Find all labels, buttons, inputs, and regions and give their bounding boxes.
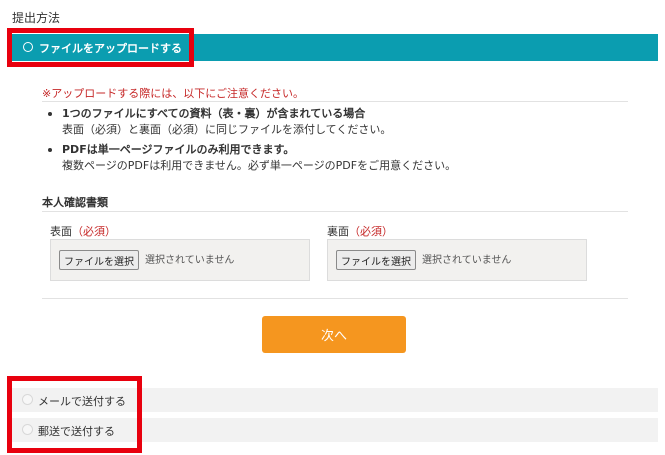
front-field-label: 表面（必須） <box>50 223 116 239</box>
divider <box>42 101 628 102</box>
back-file-button[interactable]: ファイルを選択 <box>336 250 416 270</box>
note-detail: 表面（必須）と裏面（必須）に同じファイルを添付してください。 <box>62 123 392 136</box>
highlight-box-alternatives <box>7 376 142 453</box>
back-field-label: 裏面（必須） <box>327 223 393 239</box>
note-title: 1つのファイルにすべての資料（表・裏）が含まれている場合 <box>62 107 366 120</box>
note-item: PDFは単一ページファイルのみ利用できます。 複数ページのPDFは利用できません… <box>48 142 457 174</box>
next-button[interactable]: 次へ <box>262 316 406 353</box>
divider <box>42 211 628 212</box>
note-detail: 複数ページのPDFは利用できません。必ず単一ページのPDFをご用意ください。 <box>62 159 457 172</box>
upload-notice: ※アップロードする際には、以下にご注意ください。 <box>42 87 304 100</box>
bullet-dot <box>48 148 52 152</box>
note-item: 1つのファイルにすべての資料（表・裏）が含まれている場合 表面（必須）と裏面（必… <box>48 106 392 138</box>
note-title: PDFは単一ページファイルのみ利用できます。 <box>62 143 295 156</box>
front-file-box: ファイルを選択 選択されていません <box>50 239 310 281</box>
bullet-dot <box>48 112 52 116</box>
highlight-box-upload <box>7 28 194 67</box>
back-file-status: 選択されていません <box>422 255 512 266</box>
back-label-text: 裏面 <box>327 225 349 238</box>
section-title: 提出方法 <box>12 11 61 25</box>
front-label-text: 表面 <box>50 225 72 238</box>
back-file-box: ファイルを選択 選択されていません <box>327 239 587 281</box>
back-required-text: （必須） <box>349 225 393 238</box>
documents-heading: 本人確認書類 <box>42 196 108 209</box>
front-required-text: （必須） <box>72 225 116 238</box>
front-file-button[interactable]: ファイルを選択 <box>59 250 139 270</box>
divider <box>42 298 628 299</box>
front-file-status: 選択されていません <box>145 255 235 266</box>
